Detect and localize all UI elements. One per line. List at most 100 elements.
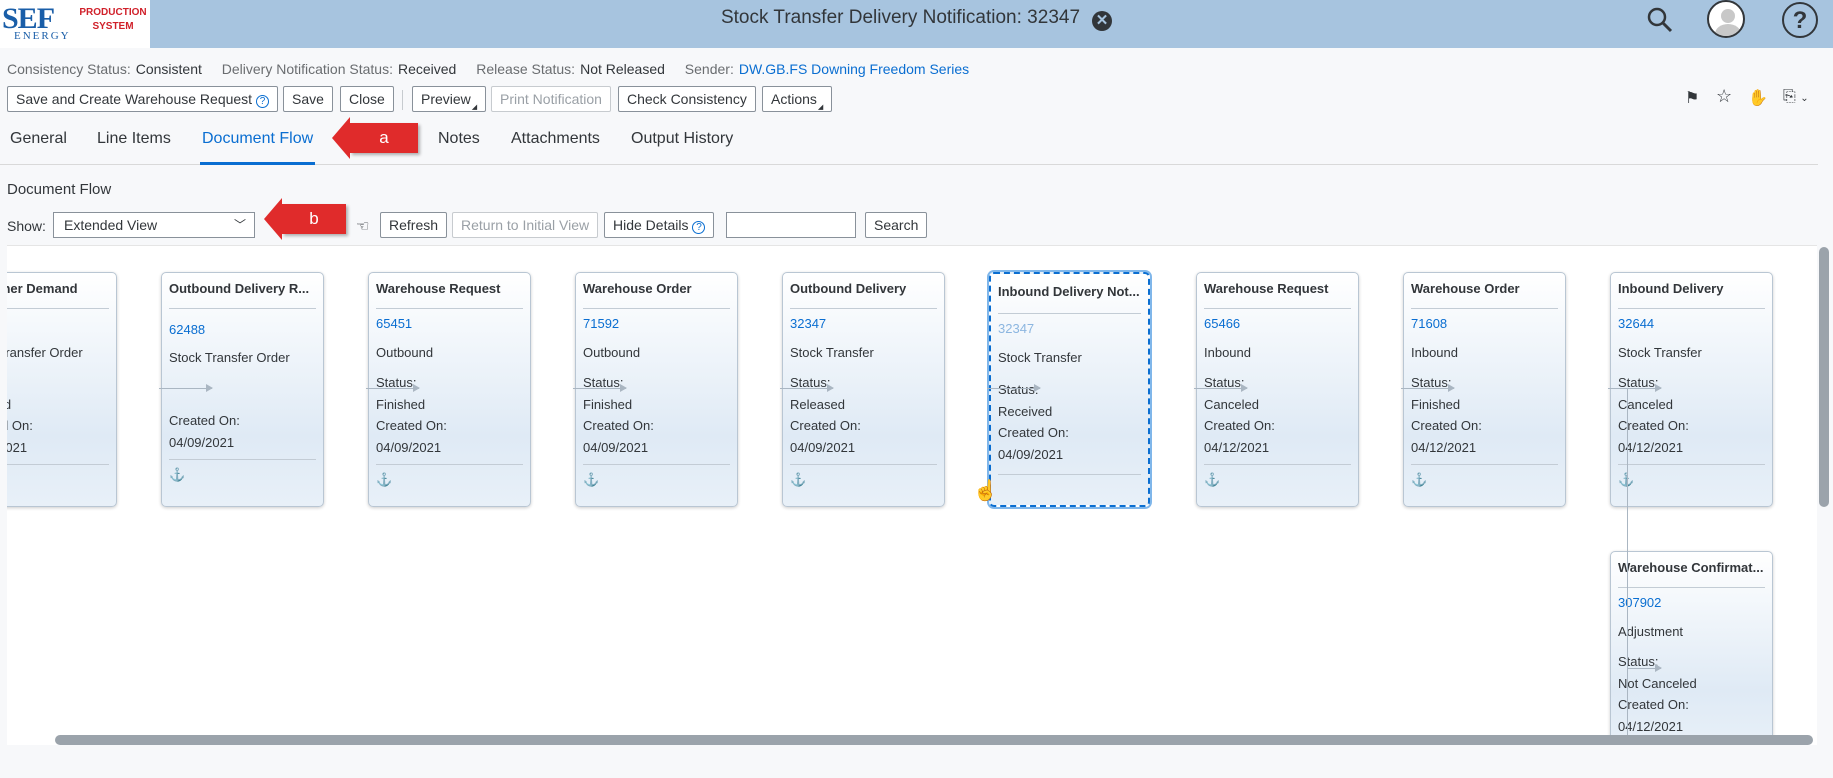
flag-icon[interactable]: ⚑ (1685, 88, 1699, 108)
node-created-date: 04/09/2021 (169, 435, 235, 450)
user-avatar-icon[interactable] (1707, 0, 1745, 38)
node-divider (169, 459, 316, 460)
personalize-icon[interactable]: ✋ (1748, 88, 1768, 108)
node-number-link[interactable]: 32347 (790, 316, 826, 331)
node-created-label: Created On: (583, 418, 654, 433)
tab-line-items[interactable]: Line Items (97, 130, 171, 165)
node-created-date: 04/09/2021 (376, 440, 442, 455)
node-type: Stock Transfer (1618, 345, 1702, 360)
flow-node-warehouse-order-outbound[interactable]: Warehouse Order 71592 Outbound Status: Finis… (575, 272, 738, 507)
flow-node-outbound-delivery[interactable]: Outbound Delivery 32347 Stock Transfer Stat… (782, 272, 945, 507)
flow-search-input[interactable] (726, 212, 856, 238)
node-created-label: Created On: (1204, 418, 1275, 433)
node-number-link[interactable]: 71608 (1411, 316, 1447, 331)
node-divider (1618, 587, 1765, 588)
hide-details-button[interactable]: Hide Details? (604, 212, 715, 238)
node-divider (1204, 464, 1351, 465)
logo-tagline: PRODUCTION SYSTEM (78, 6, 148, 34)
node-status: Finished (7, 397, 11, 412)
node-status: Canceled (1204, 397, 1259, 412)
menu-triangle-icon: ◢ (817, 104, 824, 111)
save-create-warehouse-request-button[interactable]: Save and Create Warehouse Request? (7, 86, 279, 112)
favorite-star-icon[interactable]: ☆ (1716, 86, 1732, 107)
node-number-link[interactable]: 71592 (583, 316, 619, 331)
tab-document-flow[interactable]: Document Flow (200, 130, 315, 165)
node-number-link[interactable]: 307902 (1618, 595, 1661, 610)
logo-tagline-1: PRODUCTION (79, 7, 147, 18)
anchor-icon[interactable]: ⚓ (376, 472, 392, 488)
horizontal-scrollbar[interactable] (55, 735, 1813, 745)
node-number-link[interactable]: 32347 (998, 321, 1034, 336)
return-initial-view-button[interactable]: Return to Initial View (452, 212, 599, 238)
release-status-label: Release Status: (476, 61, 576, 77)
share-icon[interactable]: ⎘ ⌄ (1783, 88, 1809, 106)
actions-menu-button[interactable]: Actions◢ (762, 86, 833, 112)
check-consistency-button[interactable]: Check Consistency (618, 86, 756, 112)
search-button[interactable]: Search (865, 212, 928, 238)
help-icon[interactable]: ? (1782, 2, 1818, 38)
page-title-bar: Stock Transfer Delivery Notification: 32… (0, 0, 1833, 36)
node-status: Received (998, 404, 1053, 419)
save-create-label: Save and Create Warehouse Request (16, 91, 253, 107)
node-divider (998, 313, 1141, 314)
node-title: Warehouse Request (1204, 281, 1329, 296)
tab-attachments[interactable]: Attachments (511, 130, 600, 165)
help-question-icon: ? (256, 95, 270, 108)
flow-node-outbound-delivery-request[interactable]: Outbound Delivery R... 62488 Stock Transfe… (161, 272, 324, 507)
node-created-label: Created On: (1411, 418, 1482, 433)
tab-output-history[interactable]: Output History (631, 130, 733, 165)
flow-node-warehouse-request-inbound[interactable]: Warehouse Request 65466 Inbound Status: Canc… (1196, 272, 1359, 507)
section-title: Document Flow (7, 181, 112, 198)
company-logo[interactable]: SEF ENERGY PRODUCTION SYSTEM (0, 0, 150, 48)
node-created-label: Created On: (998, 425, 1069, 440)
flow-node-warehouse-order-inbound[interactable]: Warehouse Order 71608 Inbound Status: Finish… (1403, 272, 1566, 507)
show-label: Show: (7, 218, 46, 234)
refresh-button[interactable]: Refresh (380, 212, 448, 238)
node-created-label: Created On: (1618, 697, 1689, 712)
close-object-icon[interactable]: ✕ (1092, 11, 1113, 31)
tab-notes[interactable]: Notes (438, 130, 480, 165)
flow-node-inbound-delivery-notification[interactable]: Inbound Delivery Not... 32347 Stock Transf… (989, 272, 1150, 507)
help-question-icon: ? (692, 221, 706, 234)
node-title: Inbound Delivery (1618, 281, 1724, 296)
anchor-icon[interactable]: ⚓ (1204, 472, 1220, 488)
anchor-icon[interactable]: ⚓ (583, 472, 599, 488)
flow-node-warehouse-confirmation[interactable]: Warehouse Confirmat... 307902 Adjustment St… (1610, 551, 1773, 745)
anchor-icon[interactable]: ⚓ (169, 467, 185, 483)
logo-tagline-2: SYSTEM (92, 21, 134, 32)
anchor-icon[interactable]: ⚓ (790, 472, 806, 488)
pan-hand-icon[interactable]: ☜ (356, 217, 369, 235)
node-number-link[interactable]: 65451 (376, 316, 412, 331)
search-icon[interactable] (1646, 6, 1674, 46)
node-created-label: Created On: (169, 413, 240, 428)
actions-label: Actions (771, 91, 817, 107)
view-select[interactable]: Extended View ﹀ (53, 212, 255, 238)
flow-connector (987, 384, 1041, 392)
node-status-label: Status: (1618, 654, 1659, 669)
sender-link[interactable]: DW.GB.FS Downing Freedom Series (739, 61, 969, 77)
flow-node-warehouse-request-outbound[interactable]: Warehouse Request 65451 Outbound Status: Fin… (368, 272, 531, 507)
document-flow-canvas[interactable]: Customer Demand42656Stock Transfer Order… (7, 245, 1817, 745)
node-number-link[interactable]: 62488 (169, 322, 205, 337)
flow-node-inbound-delivery[interactable]: Inbound Delivery 32644 Stock Transfer Statu… (1610, 272, 1773, 507)
preview-menu-button[interactable]: Preview◢ (412, 86, 487, 112)
node-type: Stock Transfer (790, 345, 874, 360)
close-button[interactable]: Close (340, 86, 394, 112)
node-divider (1204, 308, 1351, 309)
tab-general[interactable]: General (10, 130, 67, 165)
flow-node-customer-demand[interactable]: Customer Demand42656Stock Transfer Order… (7, 272, 117, 507)
node-number-link[interactable]: 32644 (1618, 316, 1654, 331)
vertical-scrollbar[interactable] (1819, 247, 1829, 507)
node-created-date: 04/09/2021 (790, 440, 856, 455)
hide-details-label: Hide Details (613, 217, 689, 233)
node-created-date: 04/09/2021 (583, 440, 649, 455)
node-number-link[interactable]: 65466 (1204, 316, 1240, 331)
node-created-date: 04/12/2021 (1411, 440, 1477, 455)
anchor-icon[interactable]: ⚓ (1411, 472, 1427, 488)
node-status: Finished (583, 397, 633, 412)
node-type: Outbound (376, 345, 434, 360)
save-button[interactable]: Save (283, 86, 333, 112)
node-title: Warehouse Confirmat... (1618, 560, 1764, 575)
print-notification-button[interactable]: Print Notification (491, 86, 611, 112)
preview-label: Preview (421, 91, 471, 107)
